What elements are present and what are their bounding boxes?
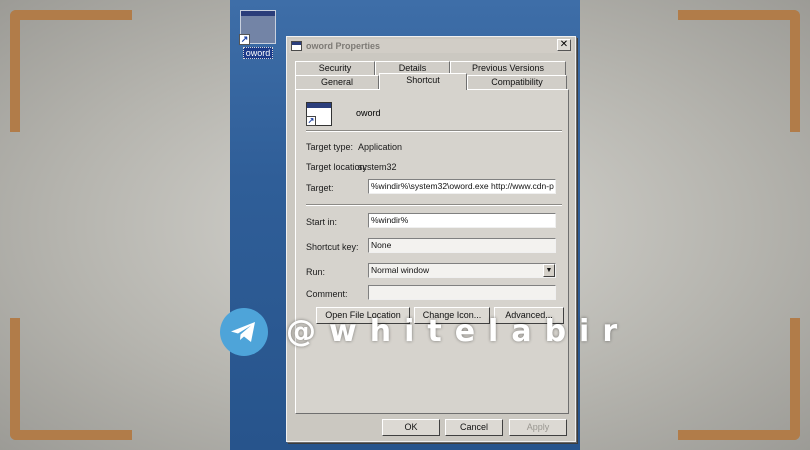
application-window-icon: ↗ (306, 102, 332, 126)
start-in-field[interactable]: %windir% (368, 213, 556, 228)
tab-compatibility[interactable]: Compatibility (467, 75, 567, 89)
tab-general[interactable]: General (295, 75, 379, 89)
tab-shortcut[interactable]: Shortcut (379, 73, 467, 90)
desktop-icon-label: oword (242, 47, 274, 59)
target-label: Target: (306, 183, 334, 193)
shortcut-arrow-icon: ↗ (239, 34, 250, 45)
tab-security[interactable]: Security (295, 61, 375, 75)
shortcut-arrow-icon: ↗ (306, 116, 316, 126)
divider (306, 130, 562, 132)
target-type-label: Target type: (306, 142, 354, 152)
start-in-label: Start in: (306, 217, 338, 227)
desktop-shortcut-oword[interactable]: ↗ oword (238, 10, 278, 59)
comment-label: Comment: (306, 289, 348, 299)
corner-bracket-top-right (678, 10, 800, 132)
close-button[interactable]: ✕ (557, 39, 571, 51)
telegram-logo-icon (220, 308, 268, 356)
apply-button[interactable]: Apply (509, 419, 567, 436)
tab-previous-versions[interactable]: Previous Versions (450, 61, 566, 75)
dialog-titlebar[interactable]: oword Properties ✕ (289, 39, 573, 53)
shortcut-name: oword (356, 108, 381, 118)
run-label: Run: (306, 267, 326, 277)
cancel-button[interactable]: Cancel (445, 419, 503, 436)
run-selected-value: Normal window (371, 265, 430, 275)
target-field[interactable]: %windir%\system32\oword.exe http://www.c… (368, 179, 556, 194)
application-window-icon: ↗ (239, 10, 276, 45)
properties-dialog: oword Properties ✕ Security Details Prev… (286, 36, 576, 442)
shortcut-key-label: Shortcut key: (306, 242, 359, 252)
ok-button[interactable]: OK (382, 419, 440, 436)
target-type-value: Application (358, 142, 403, 152)
run-select[interactable]: Normal window ▼ (368, 263, 556, 278)
dialog-title: oword Properties (306, 41, 381, 51)
corner-bracket-top-left (10, 10, 132, 132)
shortcut-key-field[interactable]: None (368, 238, 556, 253)
shortcut-tab-panel: ↗ oword Target type: Application Target … (295, 89, 569, 414)
tab-strip: Security Details Previous Versions Gener… (295, 61, 569, 91)
dropdown-arrow-icon[interactable]: ▼ (543, 264, 555, 277)
comment-field[interactable] (368, 285, 556, 300)
corner-bracket-bottom-right (678, 318, 800, 440)
application-window-icon (291, 41, 302, 51)
watermark-text: @whitelabir (286, 314, 631, 349)
divider (306, 204, 562, 206)
corner-bracket-bottom-left (10, 318, 132, 440)
target-location-value: system32 (358, 162, 397, 172)
